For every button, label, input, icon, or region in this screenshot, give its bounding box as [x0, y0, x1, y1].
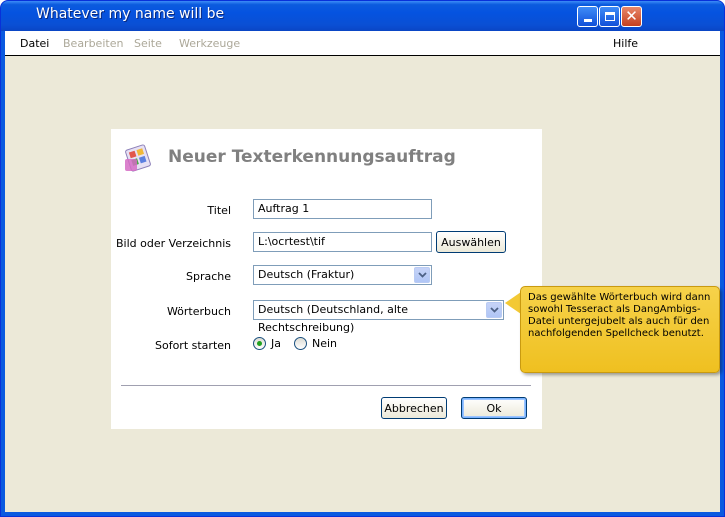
radio-selected-dot	[257, 341, 262, 346]
start-no-label[interactable]: Nein	[312, 337, 337, 350]
browse-button[interactable]: Auswählen	[436, 231, 506, 253]
dialog-separator	[121, 385, 531, 386]
client-area: Datei Bearbeiten Seite Werkzeuge Hilfe N…	[5, 31, 720, 512]
title-label: Titel	[207, 204, 231, 217]
chevron-down-icon	[489, 307, 499, 313]
ocr-job-icon	[125, 144, 151, 172]
start-yes-label[interactable]: Ja	[271, 337, 281, 350]
dialog-title: Neuer Texterkennungsauftrag	[168, 147, 456, 167]
dictionary-tooltip: Das gewählte Wörterbuch wird dann sowohl…	[520, 286, 720, 373]
language-label: Sprache	[185, 270, 231, 283]
start-yes-radio[interactable]	[253, 337, 266, 350]
path-input[interactable]: L:\ocrtest\tif	[253, 232, 432, 252]
language-value: Deutsch (Fraktur)	[258, 268, 355, 281]
new-ocr-job-dialog: Neuer Texterkennungsauftrag Titel Auftra…	[111, 129, 542, 429]
path-label: Bild oder Verzeichnis	[116, 237, 231, 250]
app-window: Whatever my name will be ✕ Datei Bearbei…	[0, 0, 725, 517]
close-icon: ✕	[625, 7, 638, 25]
ok-button[interactable]: Ok	[461, 397, 527, 419]
menu-hilfe[interactable]: Hilfe	[613, 37, 638, 50]
chevron-down-icon	[417, 272, 427, 278]
menu-bar: Datei Bearbeiten Seite Werkzeuge Hilfe	[5, 31, 720, 56]
menu-datei[interactable]: Datei	[20, 37, 49, 50]
start-label: Sofort starten	[154, 339, 231, 352]
dictionary-value: Deutsch (Deutschland, alte Rechtschreibu…	[258, 303, 408, 334]
dictionary-select[interactable]: Deutsch (Deutschland, alte Rechtschreibu…	[253, 300, 504, 334]
title-input[interactable]: Auftrag 1	[253, 199, 432, 219]
dictionary-dropdown-button[interactable]	[486, 302, 502, 318]
cancel-button[interactable]: Abbrechen	[381, 397, 447, 419]
tooltip-pointer	[505, 292, 521, 314]
maximize-button[interactable]	[599, 6, 620, 27]
close-button[interactable]: ✕	[621, 6, 642, 27]
dictionary-label: Wörterbuch	[166, 305, 231, 318]
title-bar[interactable]: Whatever my name will be ✕	[1, 1, 724, 31]
menu-bearbeiten[interactable]: Bearbeiten	[63, 37, 123, 50]
language-select[interactable]: Deutsch (Fraktur)	[253, 265, 432, 285]
window-title: Whatever my name will be	[36, 6, 225, 22]
menu-werkzeuge[interactable]: Werkzeuge	[179, 37, 240, 50]
minimize-button[interactable]	[577, 6, 598, 27]
minimize-icon	[583, 19, 592, 22]
start-no-radio[interactable]	[294, 337, 307, 350]
language-dropdown-button[interactable]	[414, 267, 430, 283]
menu-seite[interactable]: Seite	[134, 37, 162, 50]
maximize-icon	[604, 12, 615, 21]
